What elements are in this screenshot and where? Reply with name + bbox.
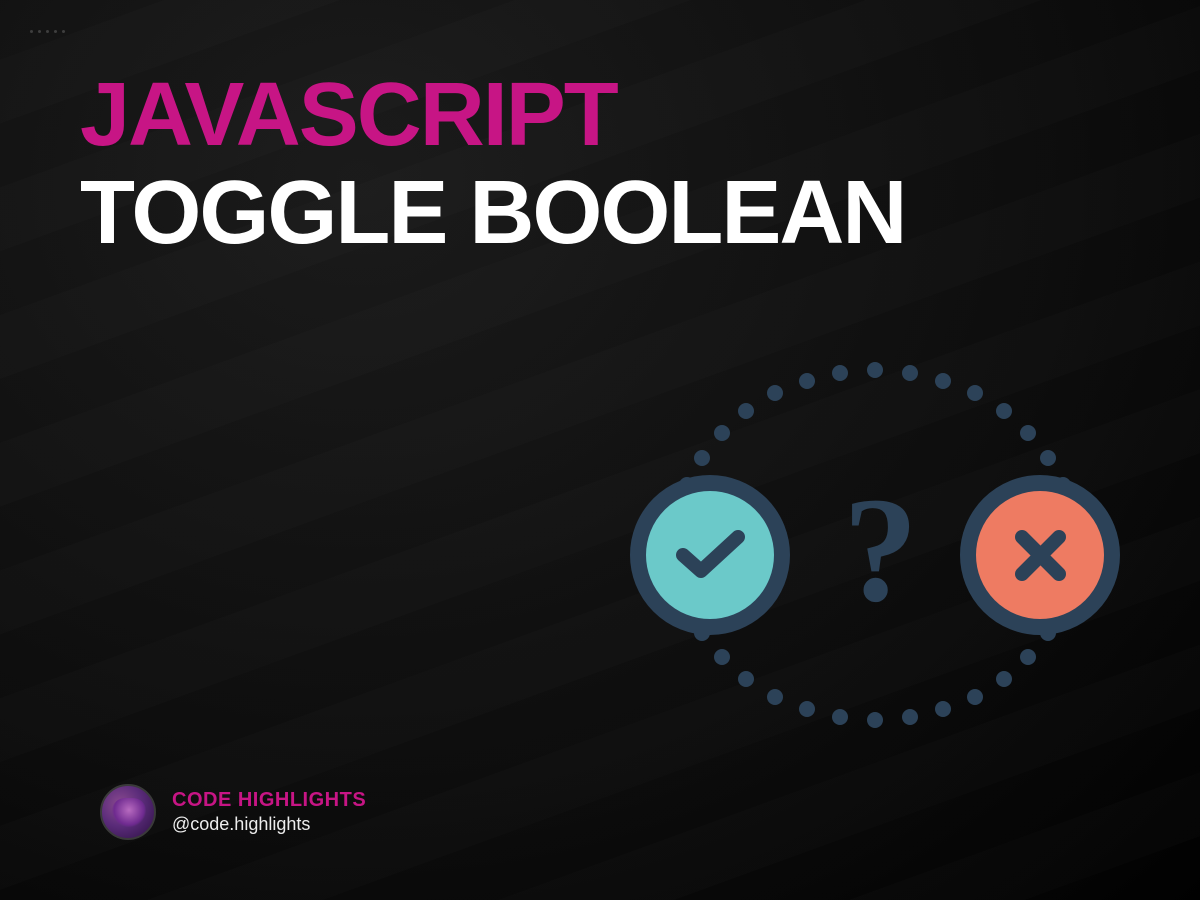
ring-dot bbox=[832, 709, 848, 725]
cross-circle bbox=[960, 475, 1120, 635]
ring-dot bbox=[694, 450, 710, 466]
ring-dot bbox=[1040, 450, 1056, 466]
ring-dot bbox=[967, 689, 983, 705]
ring-dot bbox=[714, 649, 730, 665]
ring-dot bbox=[867, 712, 883, 728]
toggle-illustration: ? bbox=[615, 345, 1135, 745]
ring-dot bbox=[967, 385, 983, 401]
brand-name: CODE HIGHLIGHTS bbox=[172, 789, 366, 812]
cross-icon bbox=[1008, 523, 1073, 588]
ring-dot bbox=[867, 362, 883, 378]
ring-dot bbox=[714, 425, 730, 441]
ring-dot bbox=[738, 403, 754, 419]
ring-dot bbox=[996, 671, 1012, 687]
check-icon bbox=[673, 525, 748, 585]
ring-dot bbox=[1020, 649, 1036, 665]
ring-dot bbox=[935, 373, 951, 389]
ring-dot bbox=[1020, 425, 1036, 441]
title-line-1: JAVASCRIPT bbox=[80, 70, 905, 160]
ring-dot bbox=[799, 701, 815, 717]
ring-dot bbox=[902, 709, 918, 725]
avatar bbox=[100, 784, 156, 840]
ring-dot bbox=[738, 671, 754, 687]
ring-dot bbox=[902, 365, 918, 381]
ring-dot bbox=[996, 403, 1012, 419]
question-mark-icon: ? bbox=[843, 475, 918, 625]
ring-dot bbox=[767, 689, 783, 705]
author-handle: @code.highlights bbox=[172, 814, 366, 835]
ring-dot bbox=[832, 365, 848, 381]
decorative-dot-grid bbox=[30, 30, 66, 33]
ring-dot bbox=[767, 385, 783, 401]
ring-dot bbox=[799, 373, 815, 389]
ring-dot bbox=[935, 701, 951, 717]
page-title: JAVASCRIPT TOGGLE BOOLEAN bbox=[80, 70, 905, 258]
title-line-2: TOGGLE BOOLEAN bbox=[80, 168, 905, 258]
author-block: CODE HIGHLIGHTS @code.highlights bbox=[100, 784, 366, 840]
check-circle bbox=[630, 475, 790, 635]
